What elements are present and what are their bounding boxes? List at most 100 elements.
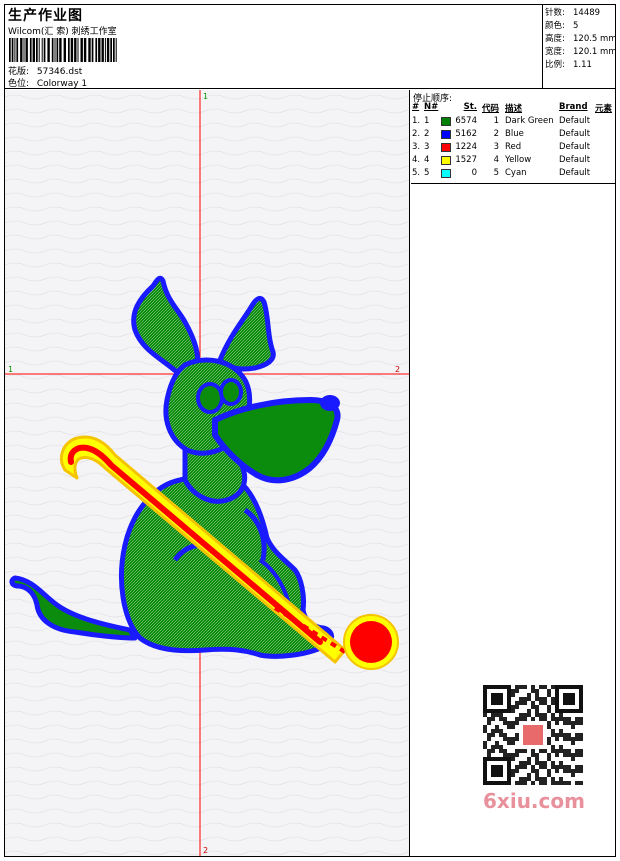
qr-module — [567, 737, 571, 741]
qr-module — [551, 749, 555, 753]
row-number: 4. — [412, 155, 421, 165]
row-stitches: 5162 — [455, 129, 477, 139]
qr-module — [579, 737, 583, 741]
qr-module — [543, 761, 547, 765]
barcode-bar — [115, 38, 117, 62]
ball — [350, 621, 392, 663]
barcode-bar — [38, 38, 40, 62]
barcode-bar — [51, 38, 54, 62]
barcode-bar — [20, 38, 23, 62]
stop-sequence-row[interactable]: 2. 2 5162 2 Blue Default — [411, 128, 615, 141]
qr-module — [515, 781, 519, 785]
qr-module — [563, 781, 567, 785]
qr-module — [511, 689, 515, 693]
qr-module — [523, 717, 527, 721]
barcode-bar — [56, 38, 59, 62]
qr-module — [519, 685, 523, 689]
qr-module — [535, 777, 539, 781]
qr-module — [535, 709, 539, 713]
qr-module — [555, 721, 559, 725]
barcode-bar — [23, 38, 25, 62]
qr-module — [571, 721, 575, 725]
qr-module — [547, 709, 551, 713]
qr-module — [495, 725, 499, 729]
stop-sequence-header: # N# St. 代码 描述 Brand 元素 — [411, 102, 615, 115]
qr-module — [559, 733, 563, 737]
qr-module — [539, 781, 543, 785]
stop-sequence-row[interactable]: 1. 1 6574 1 Dark Green Default — [411, 115, 615, 128]
watermark-brand: 6xiu.com — [483, 789, 585, 813]
qr-module — [543, 685, 547, 689]
qr-module — [527, 777, 531, 781]
qr-module — [539, 749, 543, 753]
qr-module — [519, 777, 523, 781]
qr-module — [527, 757, 531, 761]
row-brand: Default — [559, 168, 591, 178]
studio-subtitle: Wilcom(汇 索) 刺绣工作室 — [8, 27, 117, 37]
barcode-bar — [43, 38, 46, 62]
qr-module — [571, 753, 575, 757]
qr-module — [531, 701, 535, 705]
qr-module — [571, 757, 575, 761]
qr-module — [491, 729, 495, 733]
col-brand: Brand — [559, 102, 588, 112]
qr-module — [511, 737, 515, 741]
row-brand: Default — [559, 116, 591, 126]
qr-module — [515, 717, 519, 721]
qr-module — [535, 761, 539, 765]
qr-module — [507, 721, 511, 725]
qr-module — [531, 689, 535, 693]
qr-module — [523, 713, 527, 717]
qr-module — [575, 781, 579, 785]
qr-module — [555, 781, 559, 785]
barcode-bar — [9, 38, 11, 62]
qr-module — [523, 725, 543, 745]
qr-module — [499, 749, 503, 753]
qr-module — [547, 769, 551, 773]
qr-module — [523, 749, 527, 753]
qr-module — [567, 769, 571, 773]
qr-module — [575, 721, 579, 725]
qr-module — [527, 773, 531, 777]
row-code: 3 — [493, 142, 499, 152]
qr-module — [531, 685, 535, 689]
qr-module — [555, 717, 559, 721]
barcode-bar — [83, 38, 87, 62]
qr-module — [487, 717, 491, 721]
qr-module — [507, 753, 511, 757]
design-preview[interactable]: 1 2 1 2 — [5, 90, 410, 856]
barcode-bar — [32, 38, 35, 62]
stop-sequence-row[interactable]: 5. 5 0 5 Cyan Default — [411, 167, 615, 180]
qr-module — [503, 737, 507, 741]
qr-module — [523, 697, 527, 701]
qr-module — [507, 741, 511, 745]
row-number: 5. — [412, 168, 421, 178]
barcode-bar — [47, 38, 50, 62]
qr-module — [563, 721, 567, 725]
qr-module — [535, 697, 539, 701]
stop-sequence-row[interactable]: 3. 3 1224 3 Red Default — [411, 141, 615, 154]
qr-module — [499, 733, 503, 737]
colorway-label: 色位: — [8, 79, 30, 89]
qr-module — [535, 689, 539, 693]
qr-module — [551, 777, 555, 781]
qr-module — [515, 701, 519, 705]
row-number: 3. — [412, 142, 421, 152]
qr-module — [515, 721, 519, 725]
qr-module — [579, 721, 583, 725]
qr-module — [555, 749, 559, 753]
qr-module — [547, 741, 551, 745]
qr-module — [559, 717, 563, 721]
qr-module — [551, 685, 555, 689]
barcode-bar — [41, 38, 43, 62]
qr-module — [547, 753, 551, 757]
qr-module — [551, 701, 555, 705]
watermark: 6xiu.com — [475, 685, 593, 821]
qr-module — [543, 777, 547, 781]
qr-module — [491, 749, 495, 753]
row-description: Blue — [505, 129, 524, 139]
qr-module — [515, 705, 519, 709]
row-stitches: 1224 — [455, 142, 477, 152]
barcode-bar — [70, 38, 74, 62]
stop-sequence-row[interactable]: 4. 4 1527 4 Yellow Default — [411, 154, 615, 167]
